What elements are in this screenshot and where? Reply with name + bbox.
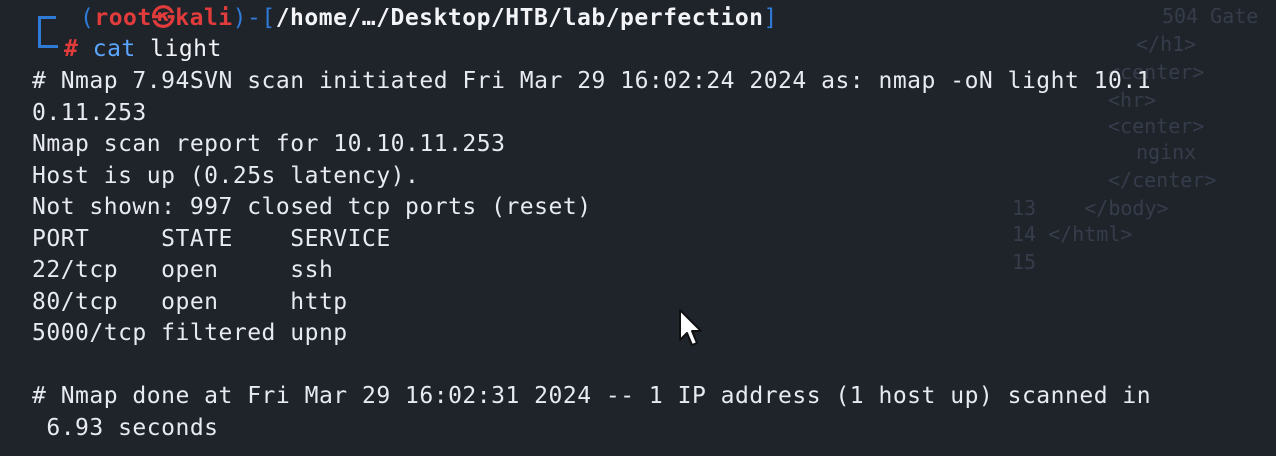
output-line: 6.93 seconds — [32, 415, 219, 441]
terminal-window[interactable]: 504 Gate </h1> <center> <hr> <center> ng… — [0, 0, 1276, 456]
command-argument: light — [150, 36, 222, 62]
prompt-close-paren: )- — [232, 5, 262, 31]
mouse-pointer-icon — [679, 309, 702, 346]
prompt-path-open: [ — [261, 5, 276, 31]
port-row: 22/tcp open ssh — [32, 257, 334, 283]
command-line: # cat light — [64, 33, 222, 65]
command-name: cat — [92, 36, 136, 62]
prompt-hash: # — [64, 36, 79, 62]
prompt-header: (root㉿kali)-[/home/…/Desktop/HTB/lab/per… — [80, 2, 778, 34]
output-line: Host is up (0.25s latency). — [32, 163, 420, 189]
port-row: 5000/tcp filtered upnp — [32, 320, 348, 346]
prompt-open-paren: ( — [80, 5, 95, 31]
output-line: # Nmap done at Fri Mar 29 16:02:31 2024 … — [32, 383, 1152, 409]
output-line: Nmap scan report for 10.10.11.253 — [32, 131, 506, 157]
table-header-line: PORT STATE SERVICE — [32, 226, 391, 252]
port-row: 80/tcp open http — [32, 289, 348, 315]
prompt-host: kali — [175, 5, 233, 31]
output-line: Not shown: 997 closed tcp ports (reset) — [32, 194, 592, 220]
prompt-at-icon: ㉿ — [151, 5, 176, 31]
prompt-user: root — [94, 5, 152, 31]
output-line: # Nmap 7.94SVN scan initiated Fri Mar 29… — [32, 68, 1152, 94]
prompt-path: /home/…/Desktop/HTB/lab/perfection — [275, 5, 764, 31]
prompt-path-close: ] — [763, 5, 778, 31]
output-line: 0.11.253 — [32, 100, 147, 126]
terminal-output: (root㉿kali)-[/home/…/Desktop/HTB/lab/per… — [32, 0, 1276, 456]
